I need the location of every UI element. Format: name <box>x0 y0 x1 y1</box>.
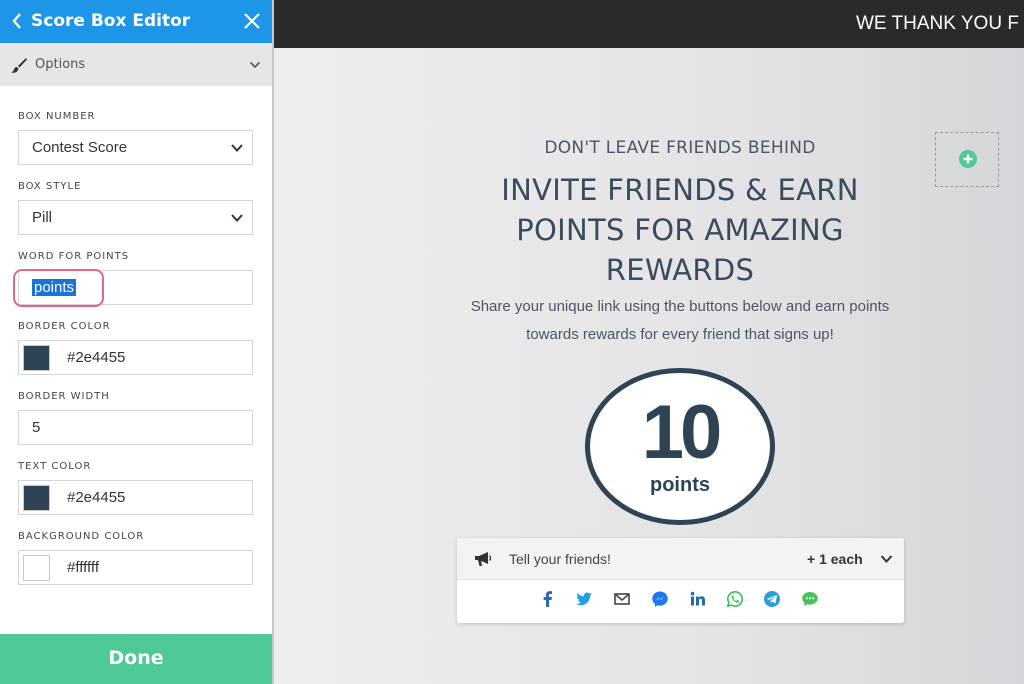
box-style-value: Pill <box>32 209 53 226</box>
options-section-toggle[interactable]: Options <box>0 43 272 86</box>
messenger-icon[interactable] <box>651 590 669 608</box>
subheading: DON'T LEAVE FRIENDS BEHIND <box>544 138 816 158</box>
text-color-label: TEXT COLOR <box>18 461 92 472</box>
chevron-down-icon <box>231 214 243 222</box>
chevron-down-icon <box>249 61 261 69</box>
options-label: Options <box>35 57 86 72</box>
share-header[interactable]: Tell your friends! + 1 each <box>457 538 904 580</box>
box-style-label: BOX STYLE <box>18 181 82 192</box>
done-button[interactable]: Done <box>0 634 272 684</box>
score-value: 10 <box>641 390 723 475</box>
box-style-select[interactable]: Pill <box>18 200 253 235</box>
description: Share your unique link using the buttons… <box>470 298 890 343</box>
score-word: points <box>650 474 710 496</box>
background-color-input[interactable]: #ffffff <box>18 550 253 585</box>
panel-header: Score Box Editor <box>0 0 272 43</box>
megaphone-icon <box>475 552 492 566</box>
text-color-value: #2e4455 <box>67 489 126 506</box>
chevron-down-icon <box>231 144 243 152</box>
email-icon[interactable] <box>613 590 631 608</box>
banner-text: WE THANK YOU F <box>856 13 1019 34</box>
panel-title: Score Box Editor <box>31 11 191 31</box>
chevron-left-icon[interactable] <box>9 11 25 31</box>
border-color-input[interactable]: #2e4455 <box>18 340 253 375</box>
heading: INVITE FRIENDS & EARN POINTS FOR AMAZING… <box>501 173 859 287</box>
box-number-value: Contest Score <box>32 139 128 156</box>
border-width-label: BORDER WIDTH <box>18 391 110 402</box>
share-bonus: + 1 each <box>807 551 863 567</box>
background-color-value: #ffffff <box>67 559 99 576</box>
sms-icon[interactable] <box>801 590 819 608</box>
word-for-points-label: WORD FOR POINTS <box>18 251 130 262</box>
score-box-editor-panel: Score Box Editor Options BOX NUMBER Cont… <box>0 0 272 684</box>
border-width-value: 5 <box>32 419 41 436</box>
text-color-swatch[interactable] <box>23 485 50 511</box>
score-box[interactable]: 10 points <box>585 368 775 525</box>
background-color-swatch[interactable] <box>23 555 50 581</box>
whatsapp-icon[interactable] <box>726 590 744 608</box>
telegram-icon[interactable] <box>763 590 781 608</box>
background-color-label: BACKGROUND COLOR <box>18 531 145 542</box>
border-color-label: BORDER COLOR <box>18 321 111 332</box>
linkedin-icon[interactable] <box>689 590 707 608</box>
facebook-icon[interactable] <box>539 590 557 608</box>
chevron-down-icon <box>880 555 893 563</box>
top-banner: WE THANK YOU F <box>274 0 1024 48</box>
share-label: Tell your friends! <box>509 551 611 567</box>
page-preview: WE THANK YOU F DON'T LEAVE FRIENDS BEHIN… <box>274 0 1024 684</box>
border-width-input[interactable]: 5 <box>18 410 253 445</box>
share-card: Tell your friends! + 1 each <box>457 538 904 623</box>
share-icons-row <box>457 590 904 610</box>
twitter-icon[interactable] <box>575 590 593 608</box>
close-icon[interactable] <box>242 11 262 31</box>
highlight-annotation <box>13 269 104 307</box>
paintbrush-icon <box>11 58 27 73</box>
text-color-input[interactable]: #2e4455 <box>18 480 253 515</box>
border-color-swatch[interactable] <box>23 345 50 371</box>
border-color-value: #2e4455 <box>67 349 126 366</box>
box-number-label: BOX NUMBER <box>18 111 96 122</box>
box-number-select[interactable]: Contest Score <box>18 130 253 165</box>
